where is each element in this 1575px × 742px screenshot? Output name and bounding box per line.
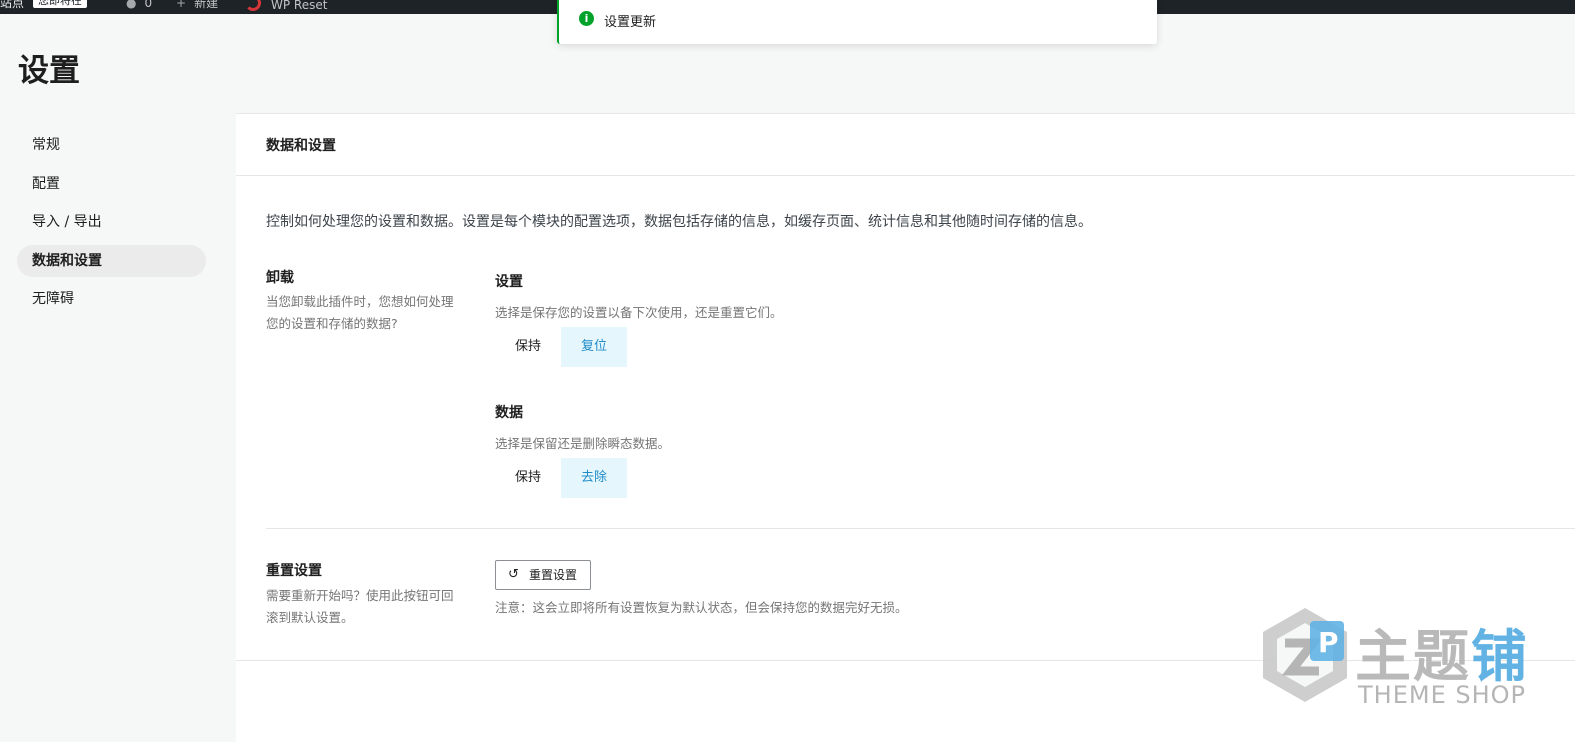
nav-item-import-export[interactable]: 导入 / 导出: [17, 206, 206, 238]
admin-bar-status-chip[interactable]: 您即将在: [33, 0, 87, 8]
settings-updated-toast: i 设置更新: [557, 0, 1157, 44]
uninstall-description-line1: 当您卸载此插件时，您想如何处理: [266, 294, 454, 309]
admin-bar-site-link[interactable]: 站点: [0, 0, 24, 11]
nav-item-data-settings[interactable]: 数据和设置: [17, 245, 206, 277]
admin-bar-comments[interactable]: ● 0: [126, 0, 152, 11]
data-keep-button[interactable]: 保持: [495, 458, 561, 498]
reset-settings-title: 重置设置: [266, 563, 322, 579]
wp-reset-label: WP Reset: [271, 0, 328, 12]
uninstall-data-description: 选择是保留还是删除瞬态数据。: [495, 436, 671, 451]
uninstall-settings-title: 设置: [495, 274, 523, 290]
toast-message: 设置更新: [604, 15, 657, 30]
uninstall-title: 卸载: [266, 270, 294, 286]
info-icon: i: [579, 11, 594, 26]
uninstall-description: 当您卸载此插件时，您想如何处理 您的设置和存储的数据?: [266, 291, 454, 335]
undo-icon: ↺: [508, 567, 519, 582]
plus-icon: +: [176, 0, 187, 10]
uninstall-settings-description: 选择是保存您的设置以备下次使用，还是重置它们。: [495, 305, 783, 320]
uninstall-data-title: 数据: [495, 405, 523, 421]
uninstall-data-toggle: 保持 去除: [495, 458, 628, 498]
settings-reset-button[interactable]: 复位: [561, 327, 628, 367]
reset-settings-button[interactable]: ↺ 重置设置: [495, 560, 591, 590]
panel-description: 控制如何处理您的设置和数据。设置是每个模块的配置选项，数据包括存储的信息，如缓存…: [266, 214, 1092, 230]
reset-description-line1: 需要重新开始吗？使用此按钮可回: [266, 588, 454, 603]
reset-description-line2: 滚到默认设置。: [266, 610, 354, 625]
settings-keep-button[interactable]: 保持: [495, 327, 561, 367]
admin-bar-new[interactable]: + 新建: [176, 0, 218, 11]
section-divider: [266, 528, 1575, 529]
data-remove-button[interactable]: 去除: [561, 458, 628, 498]
reset-note: 注意：这会立即将所有设置恢复为默认状态，但会保持您的数据完好无损。: [495, 600, 908, 615]
nav-item-general[interactable]: 常规: [17, 129, 206, 161]
page-title: 设置: [18, 53, 80, 89]
watermark-text-en: THEME SHOP: [1358, 681, 1527, 709]
panel-title: 数据和设置: [266, 138, 336, 154]
panel-header: 数据和设置: [236, 114, 1575, 176]
uninstall-description-line2: 您的设置和存储的数据?: [266, 316, 398, 331]
admin-bar-wp-reset[interactable]: WP Reset: [245, 0, 327, 13]
uninstall-settings-toggle: 保持 复位: [495, 327, 628, 367]
comment-icon: ●: [126, 0, 137, 10]
svg-text:P: P: [1318, 626, 1339, 659]
reset-button-label: 重置设置: [529, 568, 578, 582]
wp-reset-icon: [245, 0, 261, 11]
watermark-logo: P: [1263, 608, 1347, 702]
reset-settings-description: 需要重新开始吗？使用此按钮可回 滚到默认设置。: [266, 585, 454, 629]
comments-count: 0: [144, 0, 153, 10]
new-label: 新建: [194, 0, 219, 10]
nav-item-accessibility[interactable]: 无障碍: [17, 283, 206, 315]
nav-item-config[interactable]: 配置: [17, 168, 206, 200]
